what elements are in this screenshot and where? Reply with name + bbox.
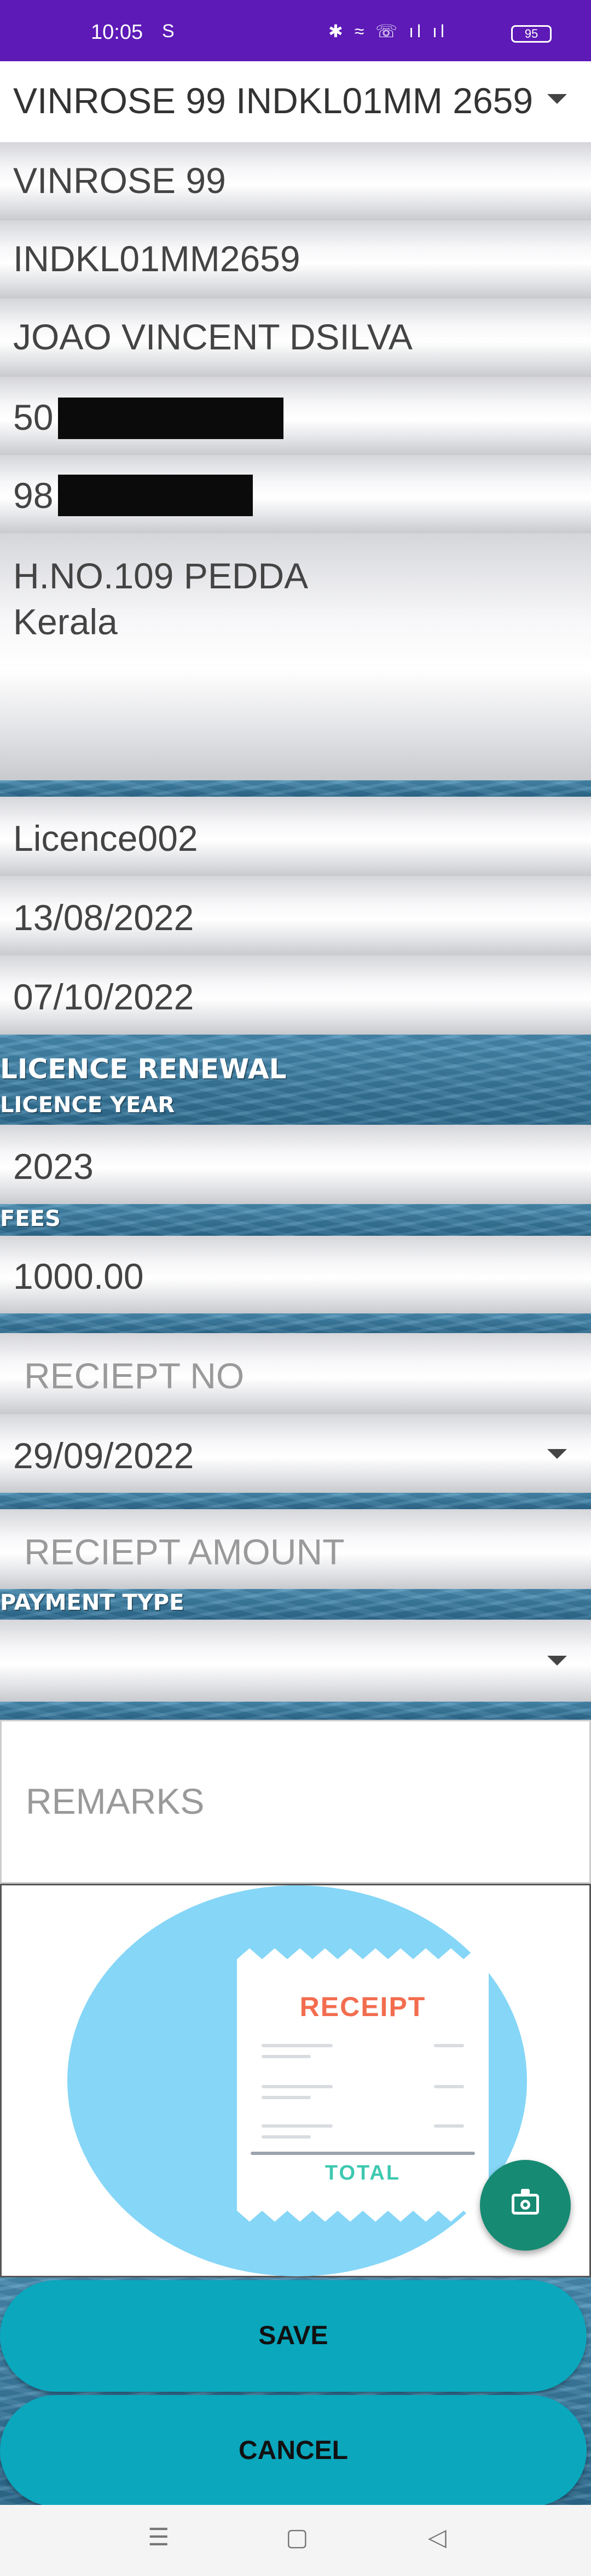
receipt-line (262, 2085, 333, 2088)
vessel-name-field: VINROSE 99 (0, 142, 591, 220)
vessel-spinner-value: VINROSE 99 INDKL01MM 2659 (13, 80, 534, 121)
registration-number: INDKL01MM2659 (13, 238, 300, 279)
receipt-no-input[interactable]: RECIEPT NO (0, 1333, 591, 1414)
licence-year-value: 2023 (13, 1146, 94, 1187)
address-line-1: H.NO.109 PEDDA (13, 556, 309, 596)
navigation-bar: ☰ ▢ ◁ (0, 2505, 591, 2576)
phone-field: 98 (0, 455, 591, 533)
payment-type-spinner[interactable] (0, 1620, 591, 1702)
licence-year-field[interactable]: 2023 (0, 1125, 591, 1204)
chevron-down-icon (547, 1449, 567, 1459)
issue-date: 13/08/2022 (13, 897, 194, 938)
address-field: H.NO.109 PEDDA Kerala (0, 533, 591, 780)
fees-field[interactable]: 1000.00 (0, 1236, 591, 1313)
camera-button[interactable] (480, 2160, 571, 2251)
receipt-line (434, 2124, 464, 2128)
owner-name: JOAO VINCENT DSILVA (13, 317, 413, 357)
receipt-no-placeholder: RECIEPT NO (24, 1356, 245, 1396)
receipt-amount-placeholder: RECIEPT AMOUNT (24, 1532, 345, 1572)
renewal-header: LICENCE RENEWAL LICENCE YEAR (0, 1035, 591, 1125)
expiry-date-field: 07/10/2022 (0, 955, 591, 1035)
receipt-icon-total: TOTAL (325, 2162, 401, 2184)
address-line-2: Kerala (13, 601, 118, 642)
receipt-amount-input[interactable]: RECIEPT AMOUNT (0, 1509, 591, 1589)
receipt-line (262, 2135, 311, 2139)
receipt-placeholder-image: RECEIPT TOTAL (67, 1885, 527, 2276)
payment-type-header: PAYMENT TYPE (0, 1589, 591, 1620)
licence-number: Licence002 (13, 818, 198, 858)
fees-header: FEES (0, 1204, 591, 1236)
registration-field: INDKL01MM2659 (0, 220, 591, 299)
remarks-placeholder: REMARKS (26, 1781, 205, 1821)
camera-icon (512, 2189, 539, 2215)
payment-type-label: PAYMENT TYPE (0, 1590, 184, 1615)
background-strip (0, 1313, 591, 1333)
background-strip (0, 1702, 591, 1720)
receipt-icon: RECEIPT TOTAL (237, 1948, 489, 2222)
owner-field: JOAO VINCENT DSILVA (0, 299, 591, 377)
menu-icon[interactable]: ☰ (148, 2524, 169, 2551)
chevron-down-icon (547, 94, 567, 104)
receipt-icon-title: RECEIPT (299, 1991, 426, 2022)
status-bar: 10:05 S ✱ ≈ ☏ ıl ıl 95 (0, 0, 591, 61)
fees-value: 1000.00 (13, 1256, 144, 1296)
issue-date-field: 13/08/2022 (0, 876, 591, 955)
receipt-line (434, 2085, 464, 2088)
id-field: 50 (0, 377, 591, 455)
save-button[interactable]: SAVE (0, 2280, 587, 2392)
status-app-icon: S (162, 21, 175, 42)
licence-year-label: LICENCE YEAR (0, 1093, 175, 1118)
section-title: LICENCE RENEWAL (0, 1053, 287, 1085)
receipt-date-spinner[interactable]: 29/09/2022 (0, 1414, 591, 1493)
fees-label: FEES (0, 1206, 61, 1231)
background-strip (0, 780, 591, 797)
home-icon[interactable]: ▢ (286, 2524, 309, 2551)
remarks-input[interactable]: REMARKS (0, 1720, 591, 1884)
receipt-divider (251, 2152, 475, 2155)
vessel-spinner[interactable]: VINROSE 99 INDKL01MM 2659 (0, 61, 591, 142)
receipt-line (434, 2044, 464, 2047)
vessel-name: VINROSE 99 (13, 160, 226, 201)
cancel-button[interactable]: CANCEL (0, 2395, 587, 2507)
receipt-date-value: 29/09/2022 (13, 1435, 194, 1476)
status-time: 10:05 (91, 21, 143, 44)
receipt-line (262, 2096, 311, 2099)
background-strip (0, 1493, 591, 1509)
redaction-block (58, 398, 283, 439)
id-number: 50 (13, 397, 54, 437)
back-icon[interactable]: ◁ (428, 2524, 447, 2551)
expiry-date: 07/10/2022 (13, 977, 194, 1017)
receipt-line (262, 2044, 333, 2047)
status-signal-icons: ✱ ≈ ☏ ıl ıl (328, 21, 448, 41)
chevron-down-icon (547, 1656, 567, 1666)
receipt-line (262, 2124, 333, 2128)
receipt-line (262, 2055, 311, 2058)
phone-number: 98 (13, 475, 54, 516)
licence-number-field: Licence002 (0, 797, 591, 876)
redaction-block (58, 475, 253, 516)
battery-icon: 95 (511, 25, 552, 43)
